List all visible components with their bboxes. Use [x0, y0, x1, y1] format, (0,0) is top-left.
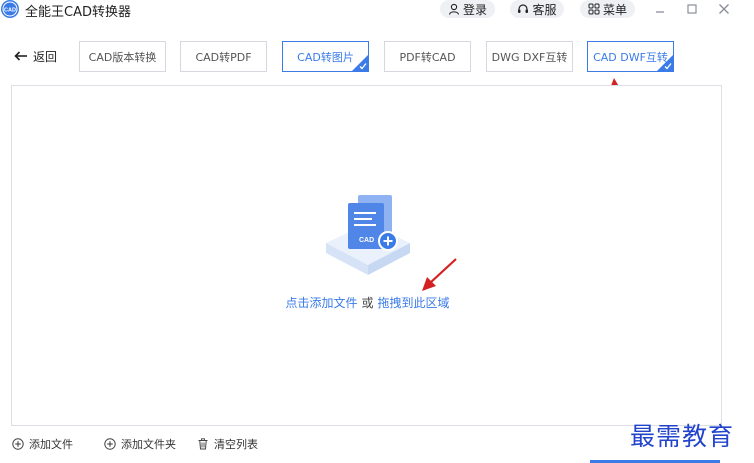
svg-text:CAD: CAD: [4, 8, 16, 14]
app-logo-icon: CAD: [1, 0, 19, 18]
add-folder-label: 添加文件夹: [121, 438, 176, 451]
title-bar: CAD 全能王CAD转换器 登录 客服 菜单: [0, 0, 754, 20]
click-add-file-link[interactable]: 点击添加文件: [285, 296, 357, 310]
maximize-button[interactable]: [683, 0, 701, 18]
clear-list-label: 清空列表: [214, 438, 258, 451]
tab-label: CAD转图片: [297, 50, 354, 64]
app-title: 全能王CAD转换器: [25, 5, 131, 20]
login-button[interactable]: 登录: [440, 0, 495, 18]
tab-label: DWG DXF互转: [491, 50, 568, 64]
grid-menu-icon: [588, 3, 600, 15]
menu-label: 菜单: [602, 2, 627, 17]
add-circle-icon: [12, 438, 24, 450]
back-button[interactable]: 返回: [14, 48, 57, 64]
close-button[interactable]: [715, 0, 733, 18]
checkmark-icon: [664, 63, 672, 70]
file-drop-area[interactable]: CAD 点击添加文件或拖拽到此区域: [11, 85, 722, 426]
watermark: 最需教育: [630, 422, 735, 451]
minimize-icon: [656, 11, 664, 13]
tab-dwg-dxf-convert[interactable]: DWG DXF互转: [486, 41, 573, 72]
tab-cad-dwf-convert[interactable]: CAD DWF互转: [587, 41, 674, 72]
minimize-button[interactable]: [651, 0, 669, 18]
tab-label: PDF转CAD: [399, 50, 456, 64]
add-folder-button[interactable]: 添加文件夹: [104, 437, 176, 451]
headset-icon: [518, 4, 529, 13]
user-icon: [448, 3, 460, 15]
cad-file-upload-illustration: CAD: [326, 195, 410, 275]
annotation-arrow-diagonal: [422, 258, 457, 291]
maximize-icon: [687, 4, 697, 14]
trash-icon: [198, 438, 208, 450]
menu-button[interactable]: 菜单: [580, 0, 635, 18]
arrow-left-icon: [14, 51, 27, 61]
back-label: 返回: [33, 49, 58, 64]
clear-list-button[interactable]: 清空列表: [197, 437, 258, 451]
service-label: 客服: [532, 2, 557, 17]
add-file-label: 添加文件: [29, 438, 73, 451]
drag-here-text: 拖拽到此区域: [377, 296, 450, 310]
svg-text:CAD: CAD: [359, 237, 374, 244]
close-icon: [719, 4, 729, 14]
tab-cad-to-image[interactable]: CAD转图片: [282, 41, 369, 72]
login-label: 登录: [462, 2, 487, 17]
checkmark-icon: [359, 63, 367, 70]
tab-cad-to-pdf[interactable]: CAD转PDF: [180, 41, 267, 72]
add-circle-icon: [104, 438, 116, 450]
add-file-button[interactable]: 添加文件: [12, 437, 73, 451]
tab-cad-version-convert[interactable]: CAD版本转换: [79, 41, 166, 72]
tab-label: CAD转PDF: [195, 50, 252, 64]
or-text: 或: [361, 296, 374, 310]
tab-label: CAD版本转换: [88, 50, 157, 64]
customer-service-button[interactable]: 客服: [510, 0, 564, 18]
drop-hint: 点击添加文件或拖拽到此区域: [12, 294, 723, 311]
tab-pdf-to-cad[interactable]: PDF转CAD: [384, 41, 471, 72]
